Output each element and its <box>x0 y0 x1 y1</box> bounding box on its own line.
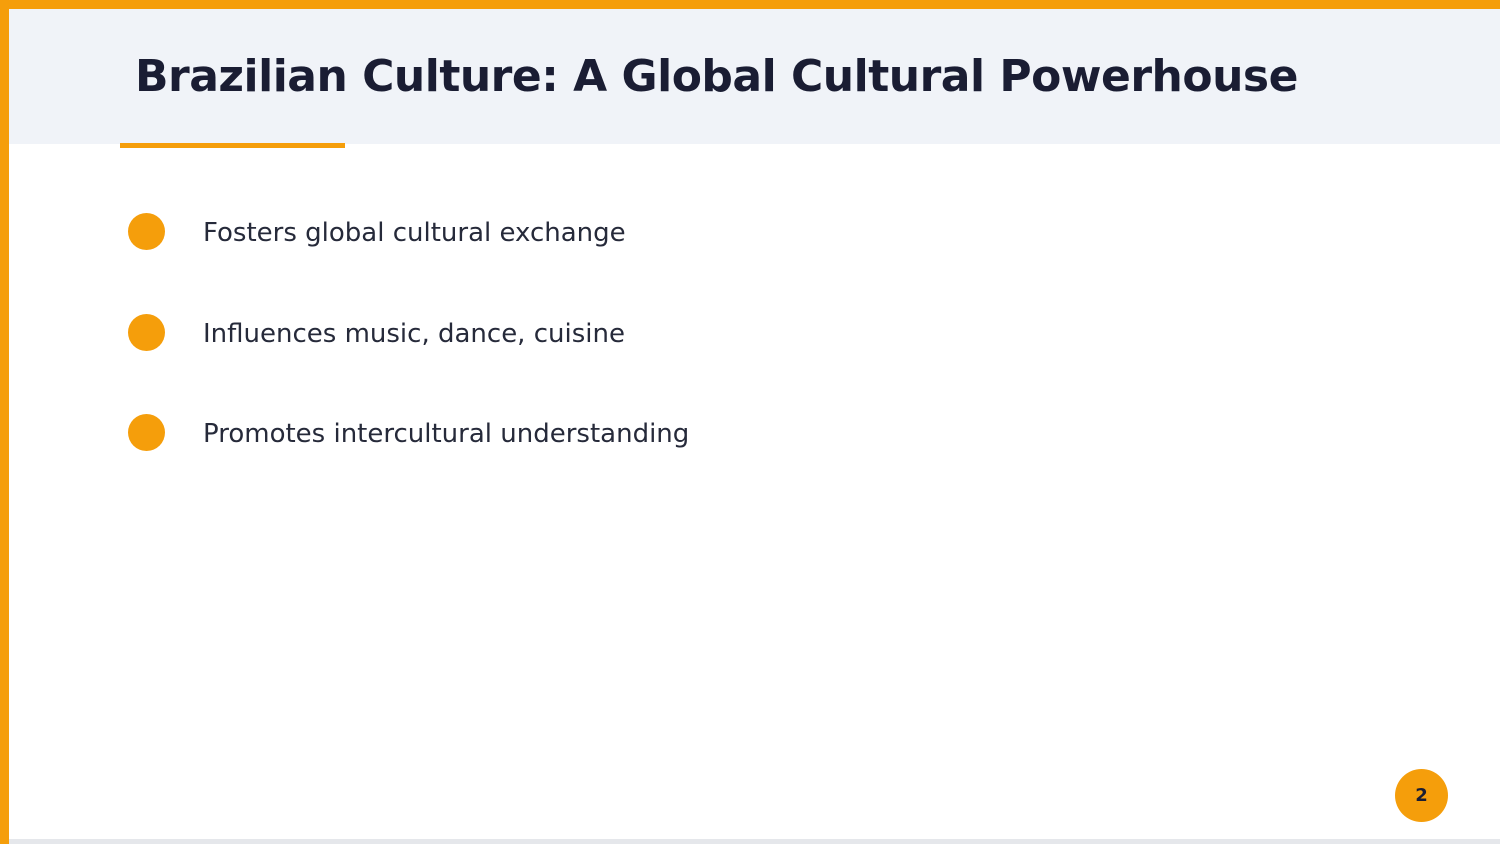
slide: Brazilian Culture: A Global Cultural Pow… <box>0 0 1500 844</box>
bullet-dot-icon <box>128 414 165 451</box>
bullet-item: Fosters global cultural exchange <box>128 213 928 251</box>
bottom-strip <box>9 839 1500 844</box>
bullet-item: Promotes intercultural understanding <box>128 414 928 452</box>
title-underline <box>120 143 345 148</box>
page-number-badge: 2 <box>1395 769 1448 822</box>
bullet-text: Promotes intercultural understanding <box>203 419 690 449</box>
bullet-dot-icon <box>128 314 165 351</box>
top-accent-bar <box>0 0 1500 9</box>
left-accent-bar <box>0 0 9 844</box>
bullet-item: Influences music, dance, cuisine <box>128 314 928 352</box>
bullet-dot-icon <box>128 213 165 250</box>
slide-title: Brazilian Culture: A Global Cultural Pow… <box>135 51 1298 102</box>
bullet-text: Fosters global cultural exchange <box>203 218 626 248</box>
bullet-text: Influences music, dance, cuisine <box>203 319 625 349</box>
